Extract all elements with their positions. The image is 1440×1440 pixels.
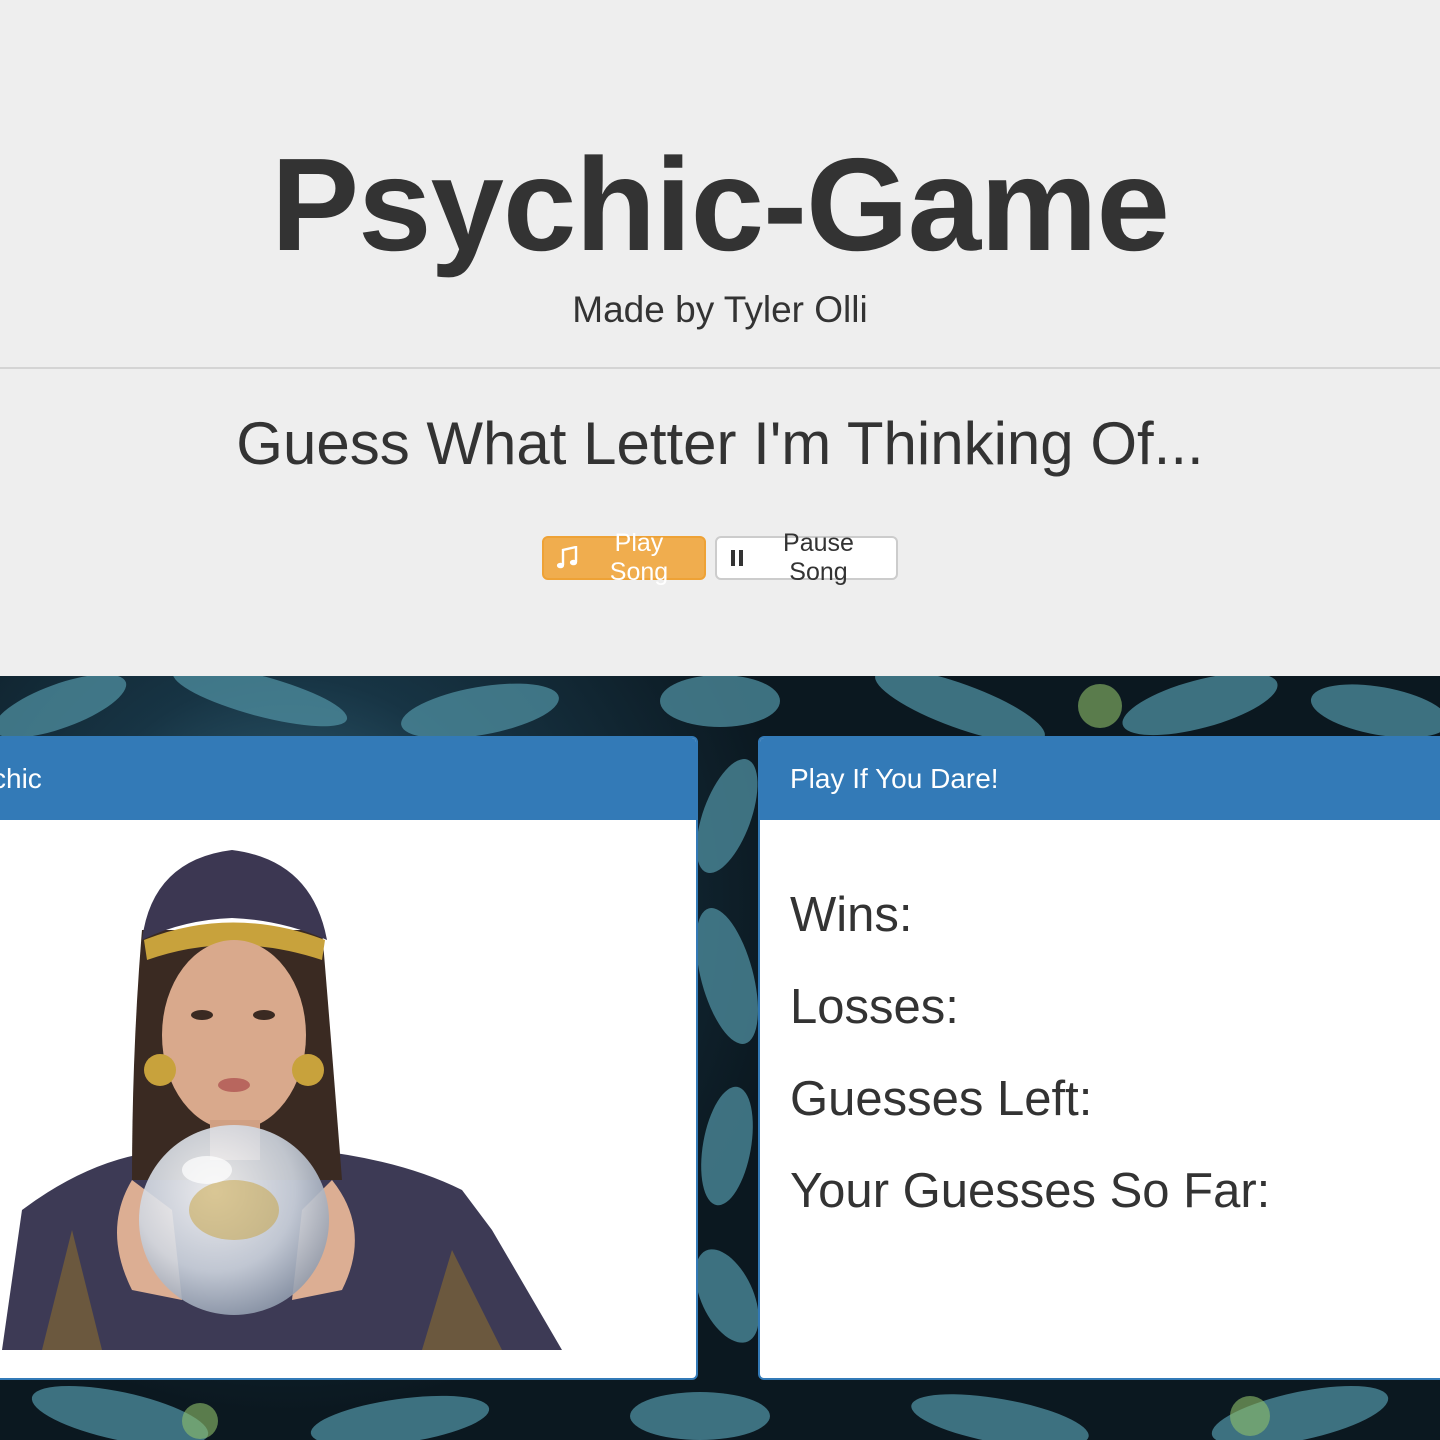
play-song-button[interactable]: Play Song xyxy=(542,529,706,586)
wins-label: Wins: xyxy=(790,888,913,942)
song-controls: Play Song Pause Song xyxy=(0,529,1440,586)
page-title: Psychic-Game xyxy=(271,131,1170,278)
psychic-panel: ychic xyxy=(0,736,698,1380)
author-credit: Made by Tyler Olli xyxy=(572,289,868,330)
psychic-panel-heading: ychic xyxy=(0,738,696,820)
losses-label: Losses: xyxy=(790,980,959,1034)
pause-icon xyxy=(731,550,743,566)
fractal-background: ychic xyxy=(0,676,1440,1440)
game-panel: Play If You Dare! Wins: Losses: Guesses … xyxy=(758,736,1440,1380)
music-note-icon xyxy=(556,546,578,569)
pause-song-button[interactable]: Pause Song xyxy=(715,529,898,586)
game-prompt: Guess What Letter I'm Thinking Of... xyxy=(236,410,1204,477)
pause-song-label: Pause Song xyxy=(783,529,854,586)
play-song-label: Play Song xyxy=(609,529,669,586)
jumbotron: Psychic-Game Made by Tyler Olli Guess Wh… xyxy=(0,0,1440,676)
divider xyxy=(0,367,1440,369)
game-panel-heading: Play If You Dare! xyxy=(760,738,1440,820)
guesses-left-label: Guesses Left: xyxy=(790,1072,1093,1126)
guesses-so-far-label: Your Guesses So Far: xyxy=(790,1164,1271,1218)
psychic-image xyxy=(2,850,562,1350)
game-stats: Wins: Losses: Guesses Left: Your Guesses… xyxy=(790,886,1270,1254)
